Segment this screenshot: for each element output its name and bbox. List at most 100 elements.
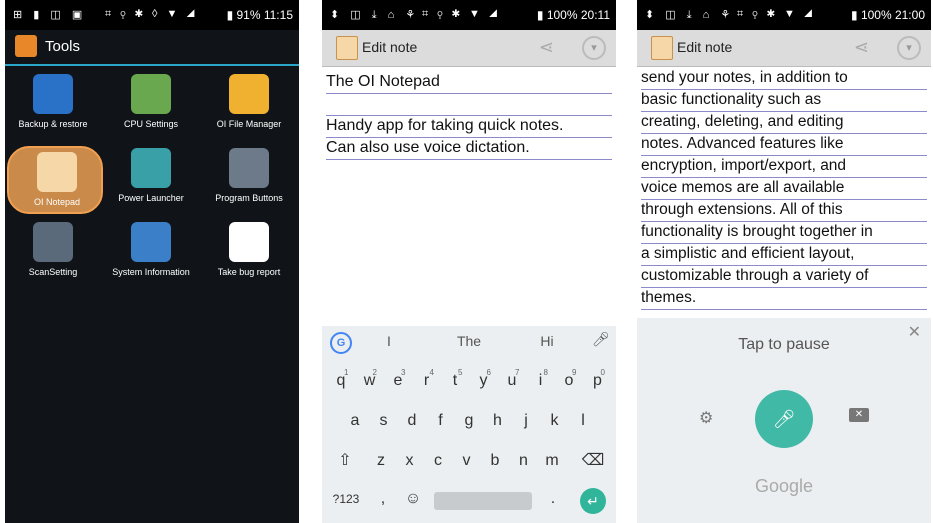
phone-edit-note-voice: ⬍ ◫ ⤓ ⌂ ⚘ ⌗ ⚲ ✱ ▼ ◢ ▮ 100% 21:00 Edit no… (637, 0, 931, 523)
gear-icon[interactable]: ⚙ (699, 408, 713, 428)
key-y[interactable]: y6 (471, 368, 497, 394)
app-label: Power Launcher (118, 193, 184, 203)
note-line[interactable]: themes. (641, 288, 927, 310)
key-q[interactable]: q1 (328, 368, 354, 394)
note-line[interactable]: a simplistic and efficient layout, (641, 244, 927, 266)
shift-key[interactable]: ⇧ (332, 448, 358, 474)
key-l[interactable]: l (570, 408, 596, 434)
note-line[interactable] (326, 94, 612, 116)
key-number-hint: 6 (486, 368, 491, 377)
suggestion-2[interactable]: The (444, 333, 494, 349)
key-p[interactable]: p0 (585, 368, 611, 394)
key-s[interactable]: s (371, 408, 397, 434)
backspace-key[interactable]: ⌫ (580, 448, 606, 474)
app-power-launcher[interactable]: Power Launcher (103, 144, 199, 216)
suggestion-1[interactable]: I (364, 333, 414, 349)
key-m[interactable]: m (539, 448, 565, 474)
share-icon[interactable]: ⋖ (854, 37, 869, 58)
key-g[interactable]: g (456, 408, 482, 434)
app-label: Take bug report (217, 267, 281, 277)
info-icon (131, 222, 171, 262)
key-letter: t (452, 372, 458, 389)
key-w[interactable]: w2 (357, 368, 383, 394)
suggestion-3[interactable]: Hi (522, 333, 572, 349)
cpu-icon (131, 74, 171, 114)
space-key[interactable] (434, 492, 532, 510)
status-left-icons: ⊞ ▮ ◫ ▣ (13, 9, 87, 21)
key-h[interactable]: h (485, 408, 511, 434)
suggestion-strip: G I The Hi 🎤︎ (322, 326, 616, 356)
note-line[interactable]: basic functionality such as (641, 90, 927, 112)
status-left-icons: ⬍ ◫ ⤓ ⌂ ⚘ (330, 9, 420, 21)
key-j[interactable]: j (513, 408, 539, 434)
emoji-key[interactable]: ☺ (400, 486, 426, 512)
app-label: OI Notepad (33, 197, 81, 207)
status-mid-icons: ⌗ ⚲ ✱ ▼ ◢ (422, 8, 501, 20)
note-line[interactable]: functionality is brought together in (641, 222, 927, 244)
symbols-key[interactable]: ?123 (324, 486, 368, 512)
app-cpu[interactable]: CPU Settings (103, 70, 199, 142)
note-line[interactable]: send your notes, in addition to (641, 68, 927, 90)
note-line[interactable]: voice memos are all available (641, 178, 927, 200)
backspace-icon[interactable]: ✕ (849, 408, 869, 422)
mic-button[interactable]: 🎤︎ (755, 390, 813, 448)
period-key[interactable]: . (540, 486, 566, 512)
notepad-icon[interactable] (651, 36, 673, 60)
share-icon[interactable]: ⋖ (539, 37, 554, 58)
key-f[interactable]: f (428, 408, 454, 434)
app-notepad[interactable]: OI Notepad (7, 146, 103, 214)
key-number-hint: 9 (572, 368, 577, 377)
tap-to-pause-text[interactable]: Tap to pause (637, 336, 931, 354)
notepad-icon[interactable] (336, 36, 358, 60)
app-label: ScanSetting (28, 267, 78, 277)
key-v[interactable]: v (454, 448, 480, 474)
note-line[interactable]: creating, deleting, and editing (641, 112, 927, 134)
status-bar: ⬍ ◫ ⤓ ⌂ ⚘ ⌗ ⚲ ✱ ▼ ◢ ▮ 100% 20:11 (322, 0, 616, 30)
enter-key[interactable]: ↵ (580, 488, 606, 514)
program-buttons-icon (229, 148, 269, 188)
note-line[interactable]: The OI Notepad (326, 72, 612, 94)
status-battery-time: ▮ 91% 11:15 (226, 8, 293, 22)
app-folder[interactable]: OI File Manager (201, 70, 297, 142)
app-bug-report[interactable]: Take bug report (201, 218, 297, 290)
key-b[interactable]: b (482, 448, 508, 474)
app-scan-setting[interactable]: ScanSetting (5, 218, 101, 290)
key-c[interactable]: c (425, 448, 451, 474)
note-line[interactable]: encryption, import/export, and (641, 156, 927, 178)
key-i[interactable]: i8 (528, 368, 554, 394)
key-a[interactable]: a (342, 408, 368, 434)
mic-icon[interactable]: 🎤︎ (592, 331, 610, 348)
note-line[interactable]: notes. Advanced features like (641, 134, 927, 156)
note-line[interactable]: Can also use voice dictation. (326, 138, 612, 160)
key-t[interactable]: t5 (442, 368, 468, 394)
app-backup-restore[interactable]: Backup & restore (5, 70, 101, 142)
key-r[interactable]: r4 (414, 368, 440, 394)
google-g-icon[interactable]: G (330, 332, 352, 354)
edit-note-header: Edit note ⋖ ▾ (322, 30, 616, 67)
key-number-hint: 7 (515, 368, 520, 377)
overflow-menu-icon[interactable]: ▾ (897, 36, 921, 60)
status-left-icons: ⬍ ◫ ⤓ ⌂ ⚘ (645, 9, 735, 21)
key-k[interactable]: k (542, 408, 568, 434)
comma-key[interactable]: , (370, 486, 396, 512)
tools-header: Tools (5, 30, 299, 66)
note-line[interactable]: customizable through a variety of (641, 266, 927, 288)
backup-restore-icon (33, 74, 73, 114)
note-line[interactable]: through extensions. All of this (641, 200, 927, 222)
overflow-menu-icon[interactable]: ▾ (582, 36, 606, 60)
key-x[interactable]: x (397, 448, 423, 474)
note-line[interactable]: Handy app for taking quick notes. (326, 116, 612, 138)
app-label: OI File Manager (216, 119, 282, 129)
key-e[interactable]: e3 (385, 368, 411, 394)
google-logo: Google (754, 476, 814, 496)
key-n[interactable]: n (511, 448, 537, 474)
key-z[interactable]: z (368, 448, 394, 474)
key-d[interactable]: d (399, 408, 425, 434)
app-info[interactable]: System Information (103, 218, 199, 290)
key-o[interactable]: o9 (556, 368, 582, 394)
app-program-buttons[interactable]: Program Buttons (201, 144, 297, 216)
tools-icon (15, 35, 37, 57)
status-mid-icons: ⌗ ⚲ ✱ ▼ ◢ (737, 8, 816, 20)
key-number-hint: 2 (372, 368, 377, 377)
key-u[interactable]: u7 (499, 368, 525, 394)
